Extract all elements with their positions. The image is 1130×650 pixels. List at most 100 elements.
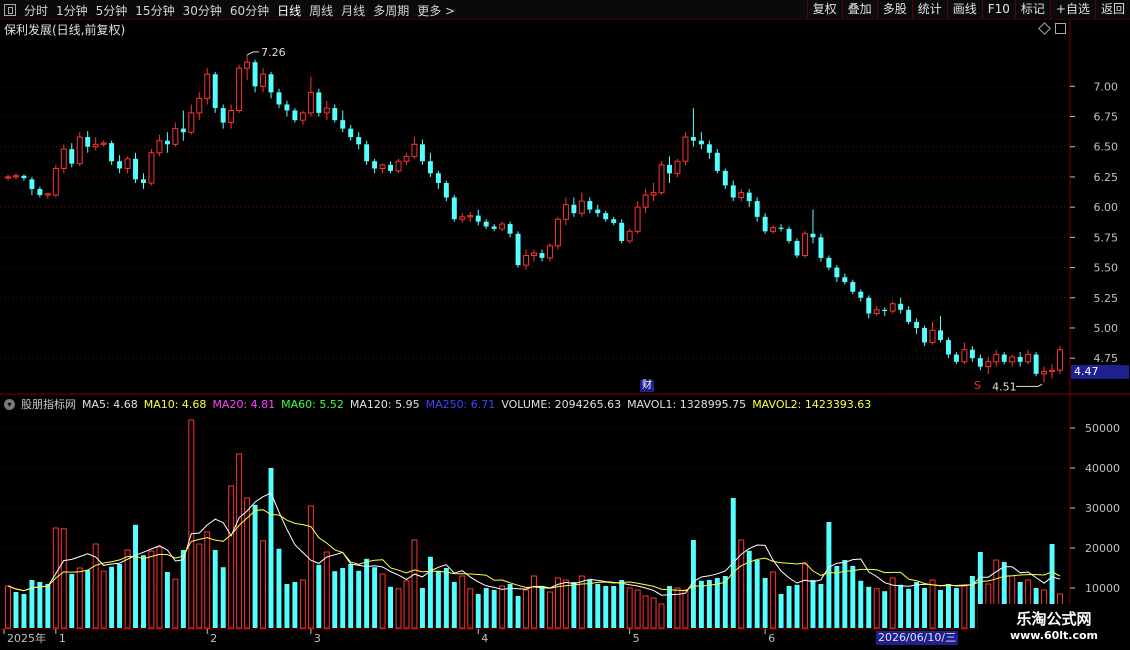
volume-bar-56 bbox=[451, 582, 457, 628]
candle-59 bbox=[475, 209, 481, 226]
legend-item-4: MA60: 5.52 bbox=[281, 397, 344, 411]
volume-bar-116 bbox=[929, 579, 936, 629]
candle-30 bbox=[244, 54, 251, 81]
candle-body-100 bbox=[802, 233, 808, 256]
finance-badge[interactable]: 财 bbox=[640, 380, 654, 392]
volume-bar-85 bbox=[682, 589, 689, 629]
volume-bar-106 bbox=[850, 566, 856, 628]
candle-126 bbox=[1009, 354, 1016, 367]
high-label: 7.26 bbox=[261, 46, 286, 59]
candle-111 bbox=[889, 301, 896, 314]
volume-bar-39 bbox=[316, 564, 322, 628]
candle-94 bbox=[754, 197, 760, 222]
volume-bar-41 bbox=[332, 571, 338, 628]
candle-56 bbox=[451, 195, 457, 222]
candle-body-73 bbox=[587, 201, 593, 210]
candle-34 bbox=[276, 88, 282, 109]
candle-body-4 bbox=[37, 189, 43, 196]
volume-bar-31 bbox=[252, 504, 258, 628]
candle-32 bbox=[260, 68, 267, 93]
chevron-down-icon[interactable]: ▾ bbox=[4, 398, 15, 410]
candle-body-129 bbox=[1033, 354, 1039, 374]
candle-64 bbox=[515, 231, 521, 268]
candle-body-29 bbox=[236, 67, 243, 111]
candle-body-84 bbox=[674, 160, 681, 174]
candle-21 bbox=[172, 122, 179, 147]
volume-bar-14 bbox=[117, 564, 123, 628]
candle-119 bbox=[953, 352, 959, 365]
volume-bar-108 bbox=[866, 586, 872, 628]
legend-item-2: MA10: 4.68 bbox=[143, 397, 207, 411]
candle-10 bbox=[85, 131, 91, 153]
volume-tick-label-1: 20000 bbox=[1085, 542, 1120, 555]
volume-bar-90 bbox=[722, 576, 728, 628]
volume-bar-9 bbox=[76, 567, 83, 629]
candle-body-96 bbox=[770, 227, 777, 232]
candle-96 bbox=[770, 225, 777, 234]
watermark-url: www.60lt.com bbox=[1009, 629, 1099, 642]
candle-body-51 bbox=[411, 143, 418, 157]
price-tick-label-9: 4.75 bbox=[1094, 352, 1119, 365]
candle-body-3 bbox=[29, 179, 35, 190]
volume-bar-74 bbox=[595, 584, 601, 628]
candle-body-86 bbox=[690, 137, 696, 141]
candle-45 bbox=[364, 140, 370, 165]
price-tick-label-3: 6.25 bbox=[1094, 171, 1119, 184]
candle-24 bbox=[196, 92, 203, 121]
candle-body-1 bbox=[12, 175, 19, 178]
candle-body-108 bbox=[866, 297, 872, 314]
candle-body-128 bbox=[1025, 354, 1032, 363]
candle-body-55 bbox=[443, 182, 449, 198]
candle-body-63 bbox=[507, 224, 513, 234]
candle-89 bbox=[714, 149, 720, 174]
candle-114 bbox=[914, 318, 920, 335]
candle-body-58 bbox=[467, 215, 474, 218]
volume-bar-107 bbox=[858, 580, 864, 628]
candle-31 bbox=[252, 59, 258, 93]
candle-body-80 bbox=[642, 194, 649, 208]
candle-body-46 bbox=[372, 161, 378, 169]
candle-101 bbox=[810, 209, 816, 244]
watermark-title: 乐淘公式网 bbox=[1016, 610, 1092, 628]
volume-bar-120 bbox=[961, 585, 968, 629]
volume-bar-7 bbox=[60, 528, 67, 629]
candle-109 bbox=[873, 306, 880, 316]
volume-bar-23 bbox=[188, 419, 195, 629]
candle-98 bbox=[786, 226, 792, 244]
candle-92 bbox=[738, 189, 745, 202]
volume-bar-58 bbox=[467, 588, 474, 629]
candle-body-41 bbox=[332, 108, 338, 121]
candle-57 bbox=[459, 213, 466, 223]
price-tick-label-1: 6.75 bbox=[1094, 111, 1119, 124]
candle-body-33 bbox=[268, 74, 274, 93]
candle-110 bbox=[882, 307, 888, 316]
price-tick-label-8: 5.00 bbox=[1094, 322, 1119, 335]
candle-body-23 bbox=[188, 112, 195, 133]
price-tick-label-7: 5.25 bbox=[1094, 292, 1119, 305]
volume-bar-8 bbox=[69, 574, 75, 628]
candle-33 bbox=[268, 71, 274, 99]
volume-bar-79 bbox=[634, 589, 641, 629]
candle-body-15 bbox=[124, 158, 131, 169]
candle-102 bbox=[818, 233, 824, 262]
candle-74 bbox=[595, 204, 601, 217]
volume-bar-99 bbox=[794, 584, 800, 628]
volume-bar-113 bbox=[906, 588, 912, 628]
candle-body-119 bbox=[953, 354, 959, 362]
candle-body-102 bbox=[818, 237, 824, 258]
candle-body-19 bbox=[156, 140, 163, 154]
candle-body-34 bbox=[276, 92, 282, 105]
candle-body-0 bbox=[5, 176, 11, 179]
volume-bar-35 bbox=[284, 584, 290, 628]
candlestick-chart[interactable]: 7.00 6.75 6.50 6.25 6.00 5.75 5.50 5.25 5.00 4.75… bbox=[0, 0, 1130, 650]
candle-body-121 bbox=[969, 349, 975, 359]
volume-bar-118 bbox=[945, 584, 951, 628]
legend-item-6: MA250: 6.71 bbox=[425, 397, 496, 411]
candle-103 bbox=[826, 255, 832, 270]
candle-99 bbox=[794, 238, 800, 258]
volume-bar-115 bbox=[922, 588, 928, 628]
volume-bar-20 bbox=[164, 572, 170, 628]
candle-body-57 bbox=[459, 216, 466, 220]
candle-body-127 bbox=[1017, 356, 1023, 362]
volume-bar-47 bbox=[379, 573, 386, 629]
